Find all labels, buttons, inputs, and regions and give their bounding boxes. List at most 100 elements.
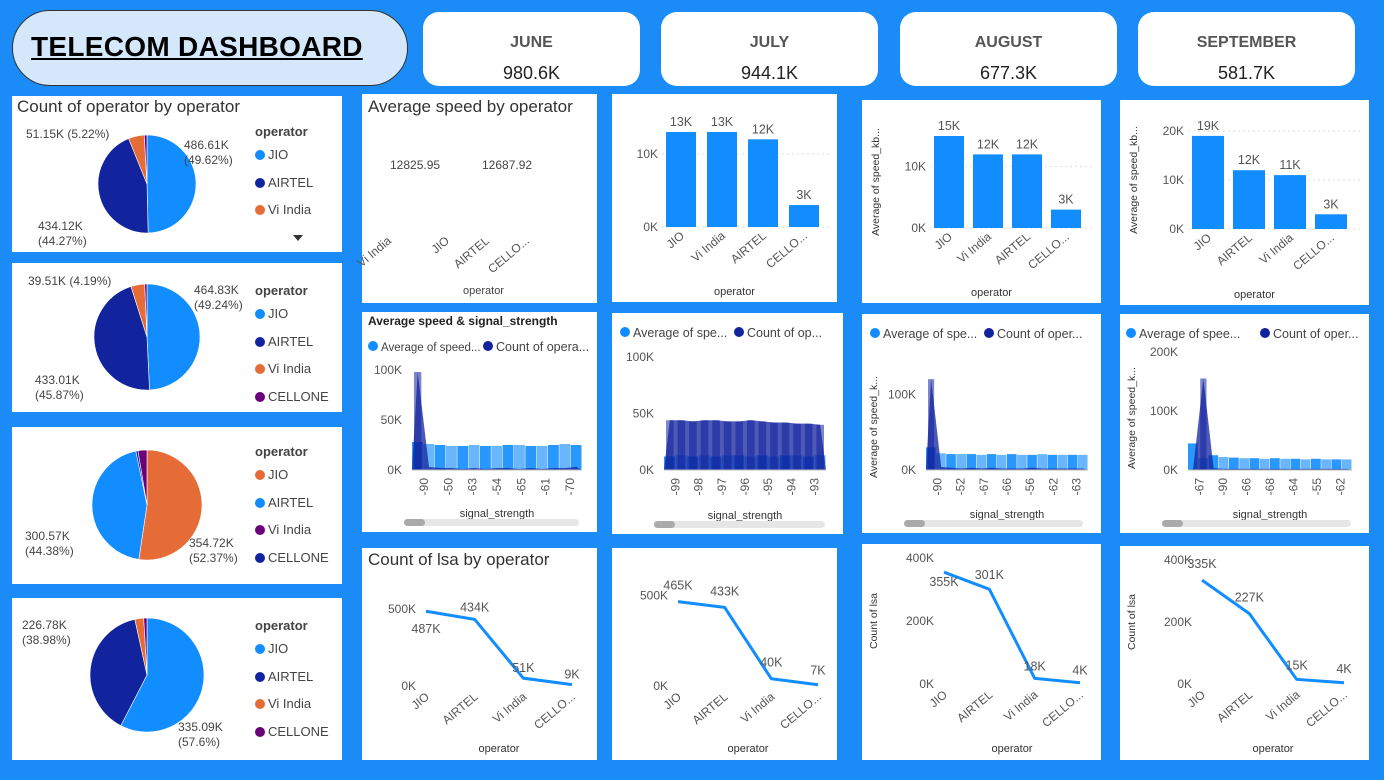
bar [491,446,503,470]
lsa-card-september[interactable]: 0K 200K 400K 335K JIO 227K AIRTEL 15K Vi India 4K… [1120,546,1369,760]
chart-svg: 0K10K20K 19KJIO12KAIRTEL11KVi India3KCELL… [1128,119,1361,301]
legend-dot [255,726,265,737]
bar [816,424,824,470]
x-tick-label: -70 [563,478,577,496]
data-label: 301K [975,568,1005,582]
data-label: 487K [411,622,441,636]
bar [1047,454,1058,470]
x-tick-label: JIO [1191,231,1214,254]
lsa-card-june[interactable]: Count of lsa by operator 0K 500K 487K JIO 43… [362,548,597,760]
bar [480,446,491,470]
scrollbar-thumb[interactable] [404,519,425,526]
y-tick-label: 100K [888,387,916,401]
y-tick-label: 10K [905,160,926,174]
x-tick-label: JIO [429,234,452,257]
bar [1017,454,1027,470]
legend-dot [255,470,265,480]
bar [457,446,469,470]
speed-card-july[interactable]: 0K 10K 13K JIO 13K Vi India 12K AIRTEL 3K CELLO..… [612,94,837,302]
y-tick-label: 0K [901,463,916,477]
x-tick-label: -62 [1333,478,1347,496]
scrollbar-thumb[interactable] [904,520,925,527]
pie-card-june[interactable]: Count of operator by operator 486.61K (49… [12,96,342,252]
signal-card-june[interactable]: Average speed & signal_strength Average … [362,312,597,532]
legend-dot [255,309,265,319]
x-tick-label: Vi India [1001,687,1041,724]
y-axis-title: Average of speed_kb... [1128,126,1140,234]
signal-card-july[interactable]: Average of spe... Count of op... 0K 50K 100K… [612,313,843,534]
bar [789,205,819,227]
legend-title: operator [255,618,308,633]
lsa-card-august[interactable]: 0K 200K 400K 355K JIO 301K AIRTEL 18K Vi India 4K… [862,544,1101,760]
y-tick-label: 0K [1169,222,1184,236]
data-label: 9K [564,668,580,682]
legend-item: Average of spe... [633,326,727,340]
pie-data-label: 354.72K [189,536,234,550]
x-tick-label: -67 [977,478,991,496]
x-tick-label: -63 [466,478,480,496]
bar [748,139,778,227]
scrollbar-track[interactable] [904,520,1083,527]
chevron-down-icon[interactable] [293,235,303,241]
data-label: 18K [1024,659,1047,673]
scrollbar-thumb[interactable] [654,521,675,528]
pie-data-label: (45.87%) [35,388,84,402]
y-tick-label: 0K [653,679,668,693]
pie-data-label: 51.15K (5.22%) [26,127,110,141]
signal-card-august[interactable]: Average of spe... Count of oper... 0K 100K -… [862,314,1101,533]
y-tick-label: 0K [1163,463,1178,477]
kpi-month: JULY [749,34,790,51]
pie-data-label: 486.61K [184,138,229,152]
legend-dot [368,341,378,351]
chart-svg: 0K200K400K355KJIO301KAIRTEL18KVi India4K… [868,551,1088,755]
scrollbar-thumb[interactable] [1162,520,1183,527]
x-tick-label: -66 [1000,478,1014,496]
kpi-card-june[interactable]: JUNE 980.6K [423,12,640,86]
y-tick-label: 10K [1163,173,1184,187]
bar [1012,154,1042,228]
scrollbar-track[interactable] [1162,520,1351,527]
pie-data-label: 464.83K [194,283,239,297]
bar [434,445,446,470]
kpi-card-august[interactable]: AUGUST 677.3K [900,12,1117,86]
speed-card-june[interactable]: Average speed by operator 12825.95 12687… [354,94,597,303]
y-tick-label: 500K [388,602,416,616]
speed-card-september[interactable]: 0K 10K 20K 19K JIO 12K AIRTEL 11K Vi India 3K CELL… [1120,100,1369,305]
data-label: 19K [1197,119,1220,133]
signal-card-september[interactable]: Average of spee... Count of oper... 0K 100K… [1120,314,1369,533]
legend-item: JIO [255,641,288,656]
scrollbar-track[interactable] [404,519,579,526]
kpi-card-september[interactable]: SEPTEMBER 581.7K [1138,12,1355,86]
legend-dot [483,341,493,351]
bar [973,154,1003,228]
pie-card-august[interactable]: 354.72K (52.37%) 300.57K (44.38%) operator JI… [12,427,342,584]
data-label: 15K [938,119,961,133]
x-tick-label: -94 [784,478,798,496]
kpi-month: JUNE [510,34,553,51]
pie-card-july[interactable]: 464.83K (49.24%) 433.01K (45.87%) 39.51K (4.… [12,263,342,412]
bar [525,446,537,470]
speed-card-august[interactable]: 0K 10K 15K JIO 12K Vi India 12K AIRTEL 3K CELLO..… [862,100,1101,303]
x-axis-title: operator [479,743,520,755]
y-axis-title: Count of lsa [868,593,880,649]
y-tick-label: 200K [906,614,934,628]
legend-dot [1260,328,1270,338]
y-tick-label: 100K [374,363,402,377]
pie-slice [146,283,201,391]
bar [956,454,966,470]
bar [966,454,977,470]
x-tick-label: -90 [931,478,945,496]
legend-item: AIRTEL [255,495,313,510]
pie-data-label: 300.57K [25,529,70,543]
x-tick-label: CELLO... [1290,231,1337,273]
pie-card-september[interactable]: 335.09K (57.6%) 226.78K (38.98%) operator JIO… [12,598,342,760]
bar [666,420,674,470]
legend-item: JIO [255,306,288,321]
lsa-card-july[interactable]: 0K 500K 465K JIO 433K AIRTEL 40K Vi India 7K CELL… [612,548,837,760]
y-tick-label: 100K [1150,404,1178,418]
legend-title: operator [255,444,308,459]
data-label: 12K [1238,153,1261,167]
kpi-card-july[interactable]: JULY 944.1K [661,12,878,86]
scrollbar-track[interactable] [654,521,825,528]
legend-item: Vi India [255,361,311,376]
